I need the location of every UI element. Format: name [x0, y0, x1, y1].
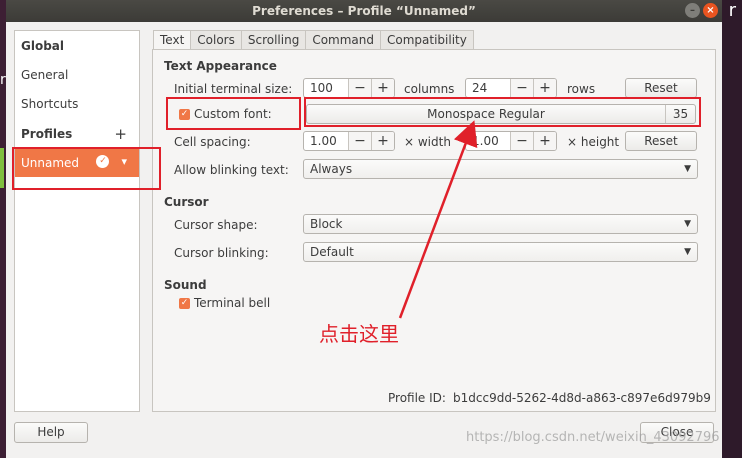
watermark: https://blog.csdn.net/weixin_43092796: [466, 430, 720, 445]
annotation-text: 点击这里: [319, 322, 399, 346]
annotation-arrow: [398, 120, 478, 319]
